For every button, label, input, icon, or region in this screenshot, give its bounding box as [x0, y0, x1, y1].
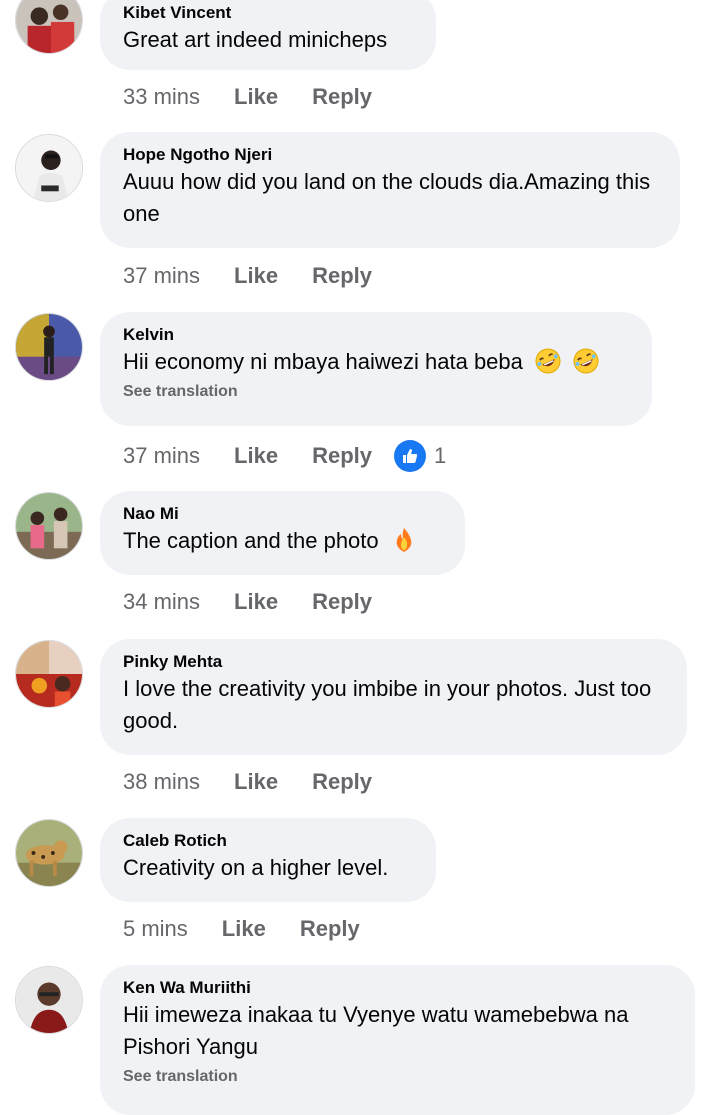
reply-button[interactable]: Reply	[312, 767, 372, 797]
fire-emoji	[396, 528, 412, 552]
comment-text: I love the creativity you imbibe in your…	[123, 676, 652, 733]
avatar[interactable]	[15, 966, 83, 1034]
comment-text: The caption and the photo	[123, 525, 441, 557]
comment-actions: 37 mins Like Reply 1	[123, 440, 446, 472]
reply-button[interactable]: Reply	[312, 82, 372, 112]
comment-actions: 38 mins Like Reply	[123, 767, 406, 797]
rolling-on-floor-laughing-emoji	[535, 348, 561, 374]
like-button[interactable]: Like	[234, 82, 278, 112]
reply-button[interactable]: Reply	[312, 587, 372, 617]
like-button[interactable]: Like	[234, 261, 278, 291]
comment-author[interactable]: Caleb Rotich	[123, 830, 412, 852]
like-button[interactable]: Like	[222, 914, 266, 944]
comment-time[interactable]: 38 mins	[123, 767, 200, 797]
avatar[interactable]	[15, 134, 83, 202]
comment-author[interactable]: Hope Ngotho Njeri	[123, 144, 656, 166]
comment-time[interactable]: 37 mins	[123, 441, 200, 471]
reply-button[interactable]: Reply	[300, 914, 360, 944]
comment-text-content: The caption and the photo	[123, 528, 379, 553]
comment-actions: 33 mins Like Reply	[123, 82, 406, 112]
comment-text: Creativity on a higher level.	[123, 855, 389, 880]
comment-text: Hii economy ni mbaya haiwezi hata beba	[123, 346, 628, 378]
comment-bubble: Ken Wa Muriithi Hii imeweza inakaa tu Vy…	[100, 965, 695, 1115]
comment-author[interactable]: Kibet Vincent	[123, 2, 412, 24]
comment-text: Hii imeweza inakaa tu Vyenye watu wamebe…	[123, 1002, 629, 1059]
comment-bubble: Pinky Mehta I love the creativity you im…	[100, 639, 687, 755]
rolling-on-floor-laughing-emoji	[573, 348, 599, 374]
reply-button[interactable]: Reply	[312, 261, 372, 291]
comment-bubble: Hope Ngotho Njeri Auuu how did you land …	[100, 132, 680, 248]
comment-actions: 34 mins Like Reply	[123, 587, 406, 617]
avatar[interactable]	[15, 819, 83, 887]
avatar[interactable]	[15, 313, 83, 381]
like-button[interactable]: Like	[234, 587, 278, 617]
avatar[interactable]	[15, 492, 83, 560]
see-translation-link[interactable]: See translation	[123, 380, 628, 404]
comment-bubble: Nao Mi The caption and the photo	[100, 491, 465, 575]
avatar[interactable]	[15, 640, 83, 708]
comment-author[interactable]: Pinky Mehta	[123, 651, 663, 673]
comment-bubble: Caleb Rotich Creativity on a higher leve…	[100, 818, 436, 902]
comment-author[interactable]: Ken Wa Muriithi	[123, 977, 671, 999]
see-translation-link[interactable]: See translation	[123, 1065, 671, 1089]
comment-text: Great art indeed minicheps	[123, 27, 388, 52]
comment-bubble: Kelvin Hii economy ni mbaya haiwezi hata…	[100, 312, 652, 426]
like-button[interactable]: Like	[234, 441, 278, 471]
reply-button[interactable]: Reply	[312, 441, 372, 471]
comment-time[interactable]: 37 mins	[123, 261, 200, 291]
comment-time[interactable]: 5 mins	[123, 914, 188, 944]
reaction-count: 1	[434, 443, 447, 468]
comment-actions: 5 mins Like Reply	[123, 914, 394, 944]
comment-text: Auuu how did you land on the clouds dia.…	[123, 169, 651, 226]
comment-text-content: Hii economy ni mbaya haiwezi hata beba	[123, 349, 523, 374]
reaction-summary[interactable]: 1	[394, 440, 446, 472]
avatar[interactable]	[15, 0, 83, 54]
thumbs-up-icon	[394, 440, 426, 472]
comment-time[interactable]: 34 mins	[123, 587, 200, 617]
comment-actions: 37 mins Like Reply	[123, 261, 406, 291]
comment-author[interactable]: Nao Mi	[123, 503, 441, 525]
comment-time[interactable]: 33 mins	[123, 82, 200, 112]
like-button[interactable]: Like	[234, 767, 278, 797]
comment-author[interactable]: Kelvin	[123, 324, 628, 346]
comment-bubble: Kibet Vincent Great art indeed minicheps	[100, 0, 436, 70]
